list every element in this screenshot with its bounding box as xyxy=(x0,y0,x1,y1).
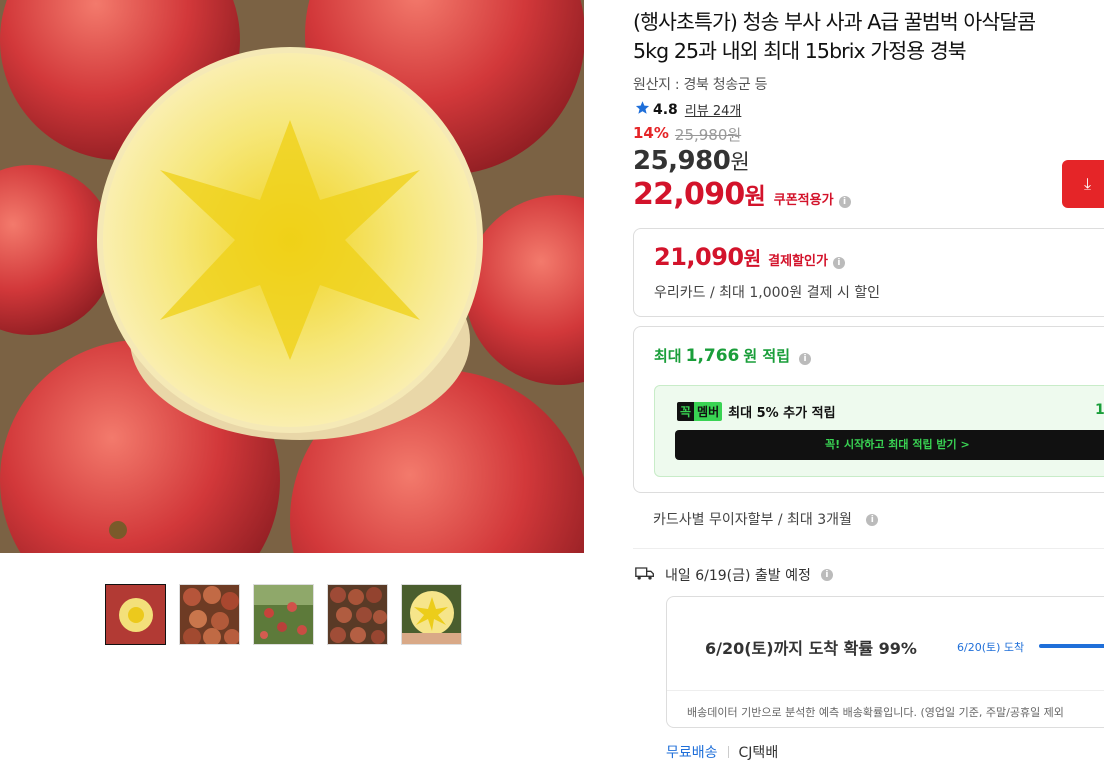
info-icon[interactable]: i xyxy=(866,514,879,526)
member-promo-text: 최대 5% 추가 적립 xyxy=(728,406,836,421)
sale-price: 25,980원 xyxy=(633,146,750,176)
truck-icon xyxy=(635,565,655,585)
member-promo-header: 꼭 멤버 최대 5% 추가 적립 xyxy=(677,402,836,421)
product-info-panel: (행사초특가) 청송 부사 사과 A급 꿀범벅 아삭달콤 5kg 25과 내외 … xyxy=(633,0,1104,767)
carrier-name: CJ택배 xyxy=(738,745,779,761)
reward-summary: 최대 1,766 원 적립 i xyxy=(654,345,812,366)
installment-text: 카드사별 무이자할부 / 최대 3개월 xyxy=(653,512,852,528)
download-coupon-button[interactable]: ⤓ xyxy=(1062,160,1104,208)
rating-row: 4.8 리뷰 24개 xyxy=(635,100,741,119)
reward-card: 최대 1,766 원 적립 i 꼭 멤버 최대 5% 추가 적립 1, 꼭! 시… xyxy=(633,326,1104,493)
payment-discount-won: 원 xyxy=(743,248,762,270)
member-promo-box: 꼭 멤버 최대 5% 추가 적립 1, 꼭! 시작하고 최대 적립 받기 > xyxy=(654,385,1104,477)
free-shipping-label: 무료배송 xyxy=(666,745,718,761)
coupon-price: 22,090 원 쿠폰적용가 i xyxy=(633,177,851,212)
rating-score: 4.8 xyxy=(653,101,678,118)
section-divider xyxy=(633,548,1104,549)
star-icon xyxy=(635,100,650,119)
reward-amount: 1,766 xyxy=(685,346,740,366)
member-start-button[interactable]: 꼭! 시작하고 최대 적립 받기 > xyxy=(675,430,1104,460)
original-price: 25,980원 xyxy=(674,126,742,144)
member-badge-part-1: 꼭 xyxy=(677,402,695,421)
sale-price-won: 원 xyxy=(730,150,750,174)
card-divider xyxy=(667,690,1104,691)
info-icon[interactable]: i xyxy=(838,196,851,208)
download-icon: ⤓ xyxy=(1084,174,1092,193)
thumbnail-1[interactable] xyxy=(105,584,166,645)
product-title-line-2: 5kg 25과 내외 최대 15brix 가정용 경북 xyxy=(633,39,967,63)
coupon-price-label: 쿠폰적용가 xyxy=(773,193,834,208)
member-promo-amount: 1, xyxy=(1095,402,1104,418)
thumbnail-2[interactable] xyxy=(179,584,240,645)
delivery-separator xyxy=(727,746,729,758)
payment-discount-card: 21,090 원 결제할인가 i 우리카드 / 최대 1,000원 결제 시 할… xyxy=(633,228,1104,317)
product-title: (행사초특가) 청송 부사 사과 A급 꿀범벅 아삭달콤 5kg 25과 내외 … xyxy=(633,8,1103,66)
discount-rate: 14% xyxy=(633,124,669,142)
arrival-probability: 6/20(토)까지 도착 확률 99% xyxy=(705,639,917,658)
arrival-note: 배송데이터 기반으로 분석한 예측 배송확률입니다. (영업일 기준, 주말/공… xyxy=(687,706,1064,719)
reward-prefix: 최대 xyxy=(654,347,682,365)
delivery-info: 무료배송 CJ택배 xyxy=(666,742,778,762)
coupon-price-won: 원 xyxy=(744,184,766,210)
payment-discount-value: 21,090 xyxy=(654,243,744,271)
info-icon[interactable]: i xyxy=(820,569,833,581)
reward-suffix: 원 적립 xyxy=(743,347,791,365)
member-badge: 꼭 멤버 xyxy=(677,402,723,421)
shipping-departure-text: 내일 6/19(금) 출발 예정 xyxy=(665,568,811,584)
payment-discount-label: 결제할인가 xyxy=(768,254,828,269)
payment-discount-description: 우리카드 / 최대 1,000원 결제 시 할인 xyxy=(654,285,881,301)
review-count-link[interactable]: 리뷰 24개 xyxy=(685,100,742,119)
discount-row: 14% 25,980원 xyxy=(633,124,741,145)
payment-discount-price: 21,090 원 결제할인가 i xyxy=(654,243,845,271)
info-icon[interactable]: i xyxy=(799,353,812,365)
origin-text: 원산지 : 경북 청송군 등 xyxy=(633,77,768,93)
thumbnail-strip xyxy=(105,584,462,645)
thumbnail-3[interactable] xyxy=(253,584,314,645)
arrival-bar-label: 6/20(토) 도착 xyxy=(957,641,1025,654)
product-title-line-1: (행사초특가) 청송 부사 사과 A급 꿀범벅 아삭달콤 xyxy=(633,10,1036,34)
arrival-probability-bar xyxy=(1039,644,1104,648)
coupon-price-value: 22,090 xyxy=(633,177,745,212)
arrival-probability-card: 6/20(토)까지 도착 확률 99% 6/20(토) 도착 배송데이터 기반으… xyxy=(666,596,1104,728)
product-main-image xyxy=(0,0,584,553)
member-badge-part-2: 멤버 xyxy=(694,402,723,421)
sale-price-value: 25,980 xyxy=(633,146,731,176)
info-icon[interactable]: i xyxy=(832,257,845,269)
thumbnail-5[interactable] xyxy=(401,584,462,645)
thumbnail-4[interactable] xyxy=(327,584,388,645)
shipping-departure: 내일 6/19(금) 출발 예정 i xyxy=(635,565,833,585)
installment-info: 카드사별 무이자할부 / 최대 3개월 i xyxy=(653,509,879,529)
